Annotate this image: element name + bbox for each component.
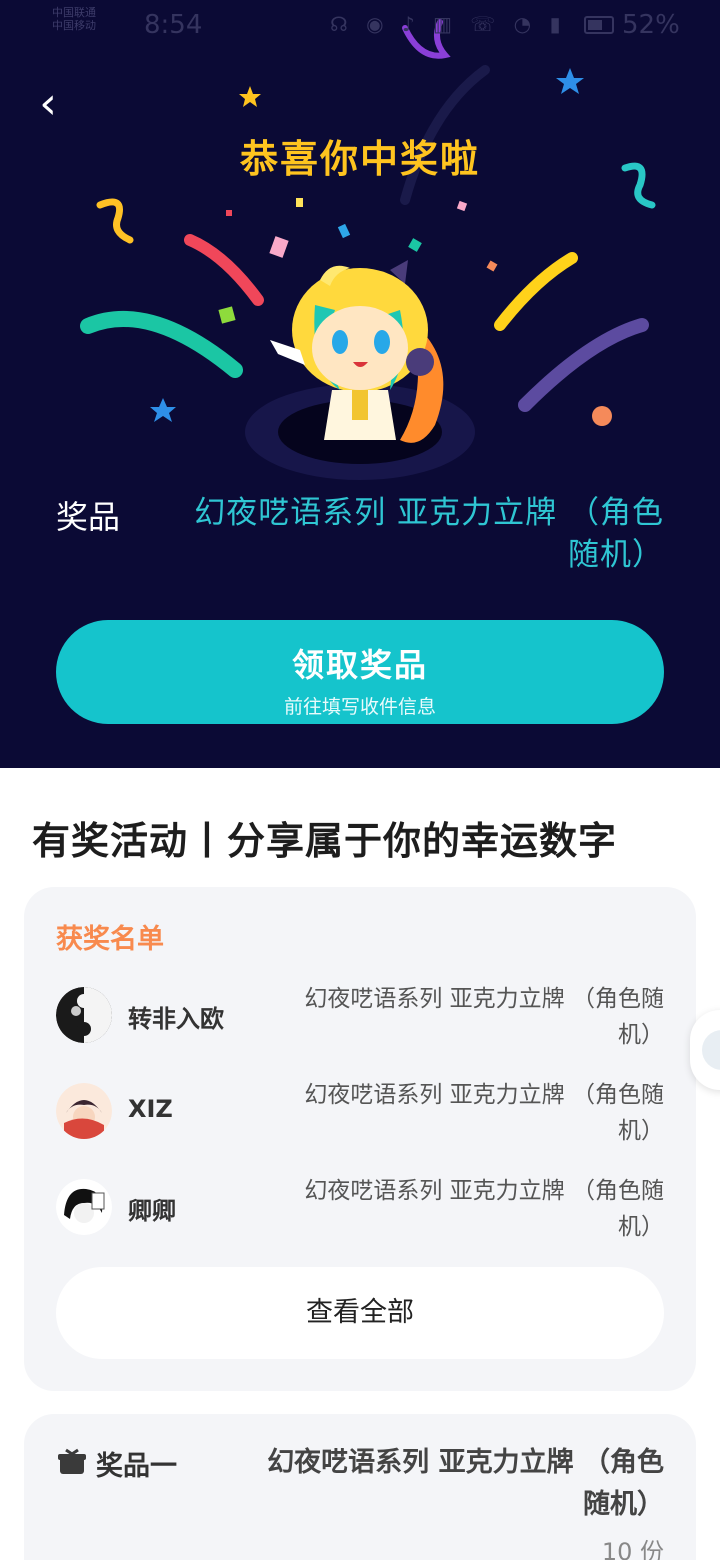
status-icons: ☊ ◉ ♪ ▥ ☏ ◔ ▮	[330, 12, 567, 36]
avatar[interactable]	[56, 1179, 112, 1235]
claim-button-label: 领取奖品	[291, 646, 428, 684]
winner-prize: 幻夜呓语系列 亚克力立牌 （角色随机）	[304, 1178, 664, 1240]
view-all-button[interactable]: 查看全部	[56, 1267, 664, 1359]
back-icon[interactable]: ‹	[28, 80, 68, 128]
winner-prize: 幻夜呓语系列 亚克力立牌 （角色随机）	[304, 1082, 664, 1144]
prize-card-name: 幻夜呓语系列 亚克力立牌 （角色随机）	[267, 1447, 664, 1520]
avatar[interactable]	[56, 1083, 112, 1139]
status-bar: 中国联通 中国移动 8:54 ☊ ◉ ♪ ▥ ☏ ◔ ▮ 52%	[0, 0, 720, 50]
winner-row: 卿卿 幻夜呓语系列 亚克力立牌 （角色随机）	[56, 1178, 666, 1259]
winner-prize: 幻夜呓语系列 亚克力立牌 （角色随机）	[304, 986, 664, 1048]
prize-quantity: 10 份	[601, 1538, 664, 1560]
hero-title: 恭喜你中奖啦	[239, 137, 480, 181]
gift-icon	[58, 1448, 86, 1474]
carrier-info: 中国联通 中国移动	[52, 6, 142, 32]
carrier-line-2: 中国移动	[52, 19, 96, 32]
prize-label: 奖品	[56, 498, 121, 536]
claim-button-sublabel: 前往填写收件信息	[283, 696, 436, 718]
prize-card-label: 奖品一	[96, 1451, 177, 1482]
status-time: 8:54	[144, 10, 203, 40]
avatar[interactable]	[56, 987, 112, 1043]
hero-section: 中国联通 中国移动 8:54 ☊ ◉ ♪ ▥ ☏ ◔ ▮ 52% ‹ 恭喜你中奖…	[0, 0, 720, 768]
winner-name: XIZ	[128, 1095, 173, 1123]
battery-level: 52%	[622, 10, 680, 40]
winner-name: 卿卿	[128, 1197, 176, 1225]
claim-prize-button[interactable]: 领取奖品 前往填写收件信息	[56, 620, 664, 724]
battery-icon	[584, 16, 614, 34]
winner-row: XIZ 幻夜呓语系列 亚克力立牌 （角色随机）	[56, 1082, 666, 1163]
winner-list-card: 获奖名单 转非入欧 幻夜呓语系列 亚克力立牌 （角色随机） XIZ 幻夜呓语系列…	[24, 887, 696, 1391]
winner-row: 转非入欧 幻夜呓语系列 亚克力立牌 （角色随机）	[56, 986, 666, 1067]
carrier-line-1: 中国联通	[52, 6, 96, 19]
mascot-character-illustration	[270, 260, 444, 443]
prize-detail-card: 奖品一 幻夜呓语系列 亚克力立牌 （角色随机） 10 份	[24, 1414, 696, 1560]
prize-name: 幻夜呓语系列 亚克力立牌 （角色随机）	[194, 495, 664, 573]
activity-title: 有奖活动丨分享属于你的幸运数字	[32, 819, 618, 863]
winner-name: 转非入欧	[128, 1005, 224, 1033]
winner-list-heading: 获奖名单	[56, 924, 164, 955]
